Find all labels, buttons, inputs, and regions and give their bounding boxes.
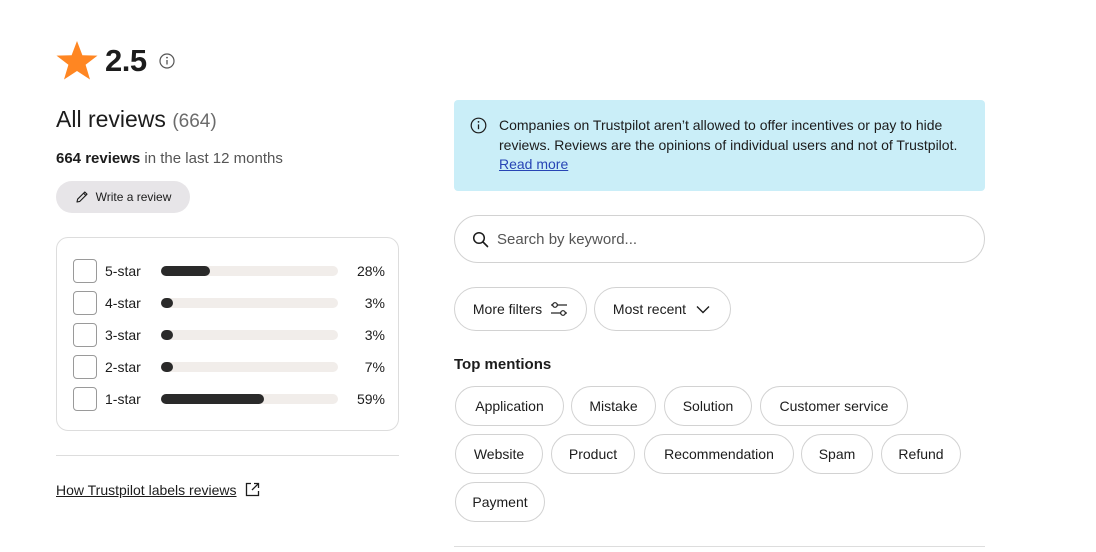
top-mentions-heading: Top mentions [454,356,552,373]
distribution-bar [161,394,338,404]
sort-label: Most recent [612,301,687,317]
mention-chip[interactable]: Recommendation [644,434,794,474]
read-more-link[interactable]: Read more [499,156,568,172]
mention-chip[interactable]: Website [455,434,543,474]
period-text: in the last 12 months [140,150,283,167]
mention-chip[interactable]: Mistake [571,386,656,426]
divider [454,546,985,547]
star-filter-3[interactable]: 3-star 3% [73,323,385,347]
distribution-bar [161,330,338,340]
search-bar[interactable] [454,215,985,263]
star-percent: 7% [364,359,385,375]
review-count: (664) [172,111,217,132]
notice-text: Companies on Trustpilot aren’t allowed t… [499,117,958,153]
star-filter-label: 1-star [105,391,141,407]
distribution-bar [161,298,338,308]
star-percent: 59% [356,391,385,407]
star-filter-1[interactable]: 1-star 59% [73,387,385,411]
star-filter-label: 3-star [105,327,141,343]
more-filters-label: More filters [472,301,543,317]
review-period: 664 reviews in the last 12 months [56,150,283,167]
divider [56,455,399,456]
rating-header: 2.5 [56,40,175,82]
mention-chip[interactable]: Application [455,386,564,426]
star-percent: 28% [356,263,385,279]
mention-chip[interactable]: Payment [455,482,545,522]
mention-chip[interactable]: Spam [801,434,873,474]
all-reviews-title: All reviews [56,106,166,132]
checkbox[interactable] [73,291,97,315]
checkbox[interactable] [73,323,97,347]
mention-chip[interactable]: Refund [881,434,961,474]
star-percent: 3% [364,295,385,311]
labels-link-text: How Trustpilot labels reviews [56,481,237,498]
write-review-button[interactable]: Write a review [56,181,190,213]
mention-chip[interactable]: Customer service [760,386,908,426]
star-filter-5[interactable]: 5-star 28% [73,259,385,283]
write-review-label: Write a review [95,190,172,204]
distribution-bar-fill [161,266,210,276]
checkbox[interactable] [73,259,97,283]
how-labels-reviews-link[interactable]: How Trustpilot labels reviews [56,481,261,498]
info-icon[interactable] [159,53,175,69]
star-filter-label: 5-star [105,263,141,279]
search-icon [472,231,489,247]
mention-chip[interactable]: Solution [664,386,752,426]
chevron-down-icon [696,306,710,314]
star-filter-label: 2-star [105,359,141,375]
distribution-bar [161,362,338,372]
star-icon [56,41,98,80]
info-icon [470,117,487,134]
distribution-bar [161,266,338,276]
incentives-notice: Companies on Trustpilot aren’t allowed t… [454,100,985,191]
checkbox[interactable] [73,355,97,379]
rating-value: 2.5 [105,43,147,78]
search-input[interactable] [497,230,977,248]
period-count: 664 reviews [56,150,141,167]
checkbox[interactable] [73,387,97,411]
mention-chip[interactable]: Product [551,434,635,474]
sliders-icon [551,302,568,316]
external-link-icon [245,482,259,497]
star-percent: 3% [364,327,385,343]
distribution-bar-fill [161,298,173,308]
star-filter-2[interactable]: 2-star 7% [73,355,385,379]
pencil-icon [76,191,88,203]
star-filter-label: 4-star [105,295,141,311]
more-filters-button[interactable]: More filters [454,287,587,331]
distribution-bar-fill [161,394,265,404]
sort-dropdown[interactable]: Most recent [594,287,731,331]
distribution-bar-fill [161,362,174,372]
all-reviews-heading: All reviews (664) [56,106,217,133]
star-filter-4[interactable]: 4-star 3% [73,291,385,315]
distribution-bar-fill [161,330,173,340]
star-distribution: 5-star 28% 4-star 3% 3-star 3% 2-star 7%… [56,237,399,431]
